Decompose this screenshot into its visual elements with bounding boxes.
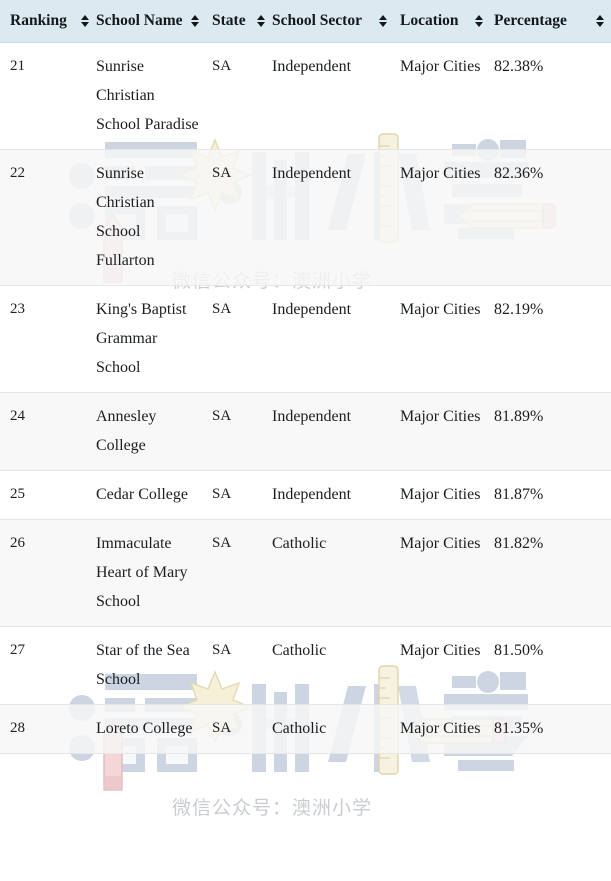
column-header-percentage-label: Percentage — [494, 12, 567, 29]
cell-school-name: Sunrise Christian School Fullarton — [96, 149, 206, 286]
cell-ranking: 25 — [0, 470, 96, 520]
cell-ranking: 27 — [0, 626, 96, 705]
cell-state: SA — [206, 704, 272, 754]
cell-school-name: Loreto College — [96, 704, 206, 754]
table-row: 22 Sunrise Christian School Fullarton SA In… — [0, 149, 611, 286]
cell-ranking: 28 — [0, 704, 96, 754]
column-header-school-sector-label: School Sector — [272, 12, 362, 29]
cell-percentage: 81.82% — [490, 519, 611, 627]
cell-location: Major Cities — [394, 149, 490, 286]
table-header: Ranking School Name State School Sector … — [0, 0, 611, 43]
table-row: 28 Loreto College SA Catholic Major Cities 81… — [0, 704, 611, 754]
cell-location: Major Cities — [394, 519, 490, 627]
sort-icon[interactable] — [475, 13, 484, 29]
sort-icon[interactable] — [81, 13, 90, 29]
cell-location: Major Cities — [394, 704, 490, 754]
cell-percentage: 82.38% — [490, 42, 611, 150]
column-header-school-name-label: School Name — [96, 12, 183, 29]
table-body: 21 Sunrise Christian School Paradise SA Ind… — [0, 42, 611, 754]
cell-state: SA — [206, 626, 272, 705]
cell-location: Major Cities — [394, 285, 490, 393]
cell-ranking: 23 — [0, 285, 96, 393]
sort-icon[interactable] — [379, 13, 388, 29]
cell-percentage: 81.50% — [490, 626, 611, 705]
table-row: 27 Star of the Sea School SA Catholic Major … — [0, 626, 611, 705]
cell-percentage: 82.36% — [490, 149, 611, 286]
column-header-state-label: State — [212, 12, 246, 29]
column-header-school-sector[interactable]: School Sector — [272, 0, 394, 43]
cell-school-name: Star of the Sea School — [96, 626, 206, 705]
cell-school-sector: Independent — [272, 470, 394, 520]
cell-percentage: 81.87% — [490, 470, 611, 520]
watermark-caption-bottom: 微信公众号：澳洲小学 — [172, 797, 373, 819]
table-row: 21 Sunrise Christian School Paradise SA Ind… — [0, 42, 611, 150]
table-row: 26 Immaculate Heart of Mary School SA Catho… — [0, 519, 611, 627]
column-header-ranking[interactable]: Ranking — [0, 0, 96, 43]
cell-school-name: Immaculate Heart of Mary School — [96, 519, 206, 627]
cell-percentage: 81.89% — [490, 392, 611, 471]
cell-ranking: 26 — [0, 519, 96, 627]
cell-state: SA — [206, 285, 272, 393]
cell-location: Major Cities — [394, 470, 490, 520]
column-header-state[interactable]: State — [206, 0, 272, 43]
cell-school-name: Cedar College — [96, 470, 206, 520]
cell-state: SA — [206, 470, 272, 520]
cell-ranking: 24 — [0, 392, 96, 471]
cell-location: Major Cities — [394, 42, 490, 150]
cell-school-sector: Independent — [272, 285, 394, 393]
cell-school-name: Annesley College — [96, 392, 206, 471]
cell-percentage: 81.35% — [490, 704, 611, 754]
cell-location: Major Cities — [394, 626, 490, 705]
table-row: 25 Cedar College SA Independent Major Cities… — [0, 470, 611, 520]
cell-school-sector: Catholic — [272, 626, 394, 705]
cell-school-sector: Catholic — [272, 704, 394, 754]
cell-ranking: 22 — [0, 149, 96, 286]
cell-state: SA — [206, 149, 272, 286]
table-row: 23 King's Baptist Grammar School SA Indepen… — [0, 285, 611, 393]
column-header-ranking-label: Ranking — [10, 12, 67, 29]
column-header-school-name[interactable]: School Name — [96, 0, 206, 43]
sort-icon[interactable] — [596, 13, 605, 29]
school-ranking-table: Ranking School Name State School Sector … — [0, 0, 611, 754]
cell-school-sector: Independent — [272, 42, 394, 150]
cell-state: SA — [206, 392, 272, 471]
column-header-location-label: Location — [400, 12, 459, 29]
column-header-percentage[interactable]: Percentage — [490, 0, 611, 43]
cell-percentage: 82.19% — [490, 285, 611, 393]
cell-school-sector: Independent — [272, 149, 394, 286]
screenshot-root: 微信公众号：澳洲小学 微信公众号：澳洲小学 Ranking School Nam… — [0, 0, 611, 881]
table-row: 24 Annesley College SA Independent Major Cit… — [0, 392, 611, 471]
sort-icon[interactable] — [191, 13, 200, 29]
cell-school-sector: Catholic — [272, 519, 394, 627]
cell-school-sector: Independent — [272, 392, 394, 471]
sort-icon[interactable] — [257, 13, 266, 29]
cell-ranking: 21 — [0, 42, 96, 150]
cell-location: Major Cities — [394, 392, 490, 471]
column-header-location[interactable]: Location — [394, 0, 490, 43]
cell-state: SA — [206, 519, 272, 627]
header-row: Ranking School Name State School Sector … — [0, 0, 611, 43]
cell-school-name: King's Baptist Grammar School — [96, 285, 206, 393]
cell-state: SA — [206, 42, 272, 150]
cell-school-name: Sunrise Christian School Paradise — [96, 42, 206, 150]
